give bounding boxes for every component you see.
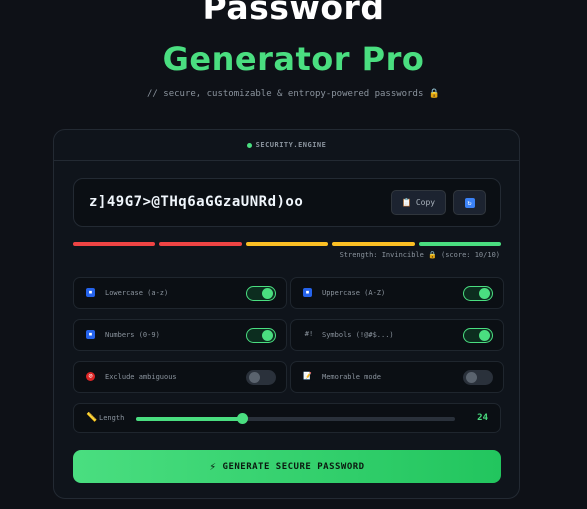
lowercase-toggle[interactable]: [246, 286, 276, 301]
uppercase-toggle[interactable]: [463, 286, 493, 301]
option-memorable-mode[interactable]: 📝 Memorable mode: [290, 361, 504, 393]
memorable-mode-icon: 📝: [303, 372, 312, 381]
length-label: Length: [99, 414, 125, 422]
option-symbols[interactable]: #! Symbols (!@#$...): [290, 319, 504, 351]
toggle-knob: [466, 372, 477, 383]
length-slider-fill: [136, 417, 243, 421]
strength-segment: [332, 242, 415, 246]
ruler-icon: 📏: [86, 413, 98, 423]
exclude-ambiguous-toggle[interactable]: [246, 370, 276, 385]
toggle-knob: [479, 288, 490, 299]
strength-segment: [245, 242, 329, 246]
option-uppercase[interactable]: ▪ Uppercase (A-Z): [290, 277, 504, 309]
lightning-icon: ⚡: [209, 460, 217, 473]
length-slider[interactable]: [136, 413, 455, 424]
generate-button[interactable]: ⚡ GENERATE SECURE PASSWORD: [73, 450, 501, 483]
length-value: 24: [477, 413, 488, 423]
strength-segment: [418, 242, 502, 246]
option-exclude-ambiguous[interactable]: ⊘ Exclude ambiguous: [73, 361, 287, 393]
strength-segment: [159, 242, 242, 246]
numbers-icon: ▪: [86, 330, 95, 339]
password-text[interactable]: z]49G7>@THq6aGGzaUNRd)oo: [89, 194, 303, 210]
copy-label: Copy: [415, 198, 436, 207]
option-label: Symbols (!@#$...): [322, 331, 394, 339]
copy-button[interactable]: 📋 Copy: [391, 190, 446, 215]
toggle-knob: [262, 330, 273, 341]
subtitle: // secure, customizable & entropy-powere…: [147, 89, 440, 99]
clipboard-icon: 📋: [401, 198, 412, 207]
option-label: Exclude ambiguous: [105, 373, 177, 381]
option-label: Memorable mode: [322, 373, 382, 381]
option-label: Uppercase (A-Z): [322, 289, 386, 297]
option-numbers[interactable]: ▪ Numbers (0-9): [73, 319, 287, 351]
card-header: SECURITY.ENGINE: [54, 130, 519, 161]
strength-segment: [73, 242, 156, 246]
numbers-toggle[interactable]: [246, 328, 276, 343]
password-display: z]49G7>@THq6aGGzaUNRd)oo 📋 Copy ↻: [73, 178, 501, 227]
title-line-1: Password: [202, 0, 385, 27]
strength-label: Strength: Invincible 🔒 (score: 10/10): [339, 251, 500, 259]
engine-label: SECURITY.ENGINE: [255, 141, 327, 149]
toggle-knob: [249, 372, 260, 383]
title-line-2: Generator Pro: [162, 40, 425, 78]
strength-meter: [73, 242, 502, 246]
length-control: 📏 Length 24: [73, 403, 501, 433]
toggle-knob: [262, 288, 273, 299]
lowercase-icon: ▪: [86, 288, 95, 297]
refresh-icon: ↻: [464, 197, 475, 208]
regenerate-button[interactable]: ↻: [453, 190, 486, 215]
exclude-ambiguous-icon: ⊘: [86, 372, 95, 381]
generator-card: SECURITY.ENGINE z]49G7>@THq6aGGzaUNRd)oo…: [53, 129, 520, 499]
toggle-knob: [479, 330, 490, 341]
option-lowercase[interactable]: ▪ Lowercase (a-z): [73, 277, 287, 309]
uppercase-icon: ▪: [303, 288, 312, 297]
symbols-icon: #!: [303, 330, 315, 339]
option-label: Numbers (0-9): [105, 331, 160, 339]
generate-label: GENERATE SECURE PASSWORD: [222, 461, 365, 472]
memorable-mode-toggle[interactable]: [463, 370, 493, 385]
status-dot-icon: [246, 142, 252, 148]
symbols-toggle[interactable]: [463, 328, 493, 343]
option-label: Lowercase (a-z): [105, 289, 169, 297]
length-slider-thumb[interactable]: [237, 413, 249, 424]
